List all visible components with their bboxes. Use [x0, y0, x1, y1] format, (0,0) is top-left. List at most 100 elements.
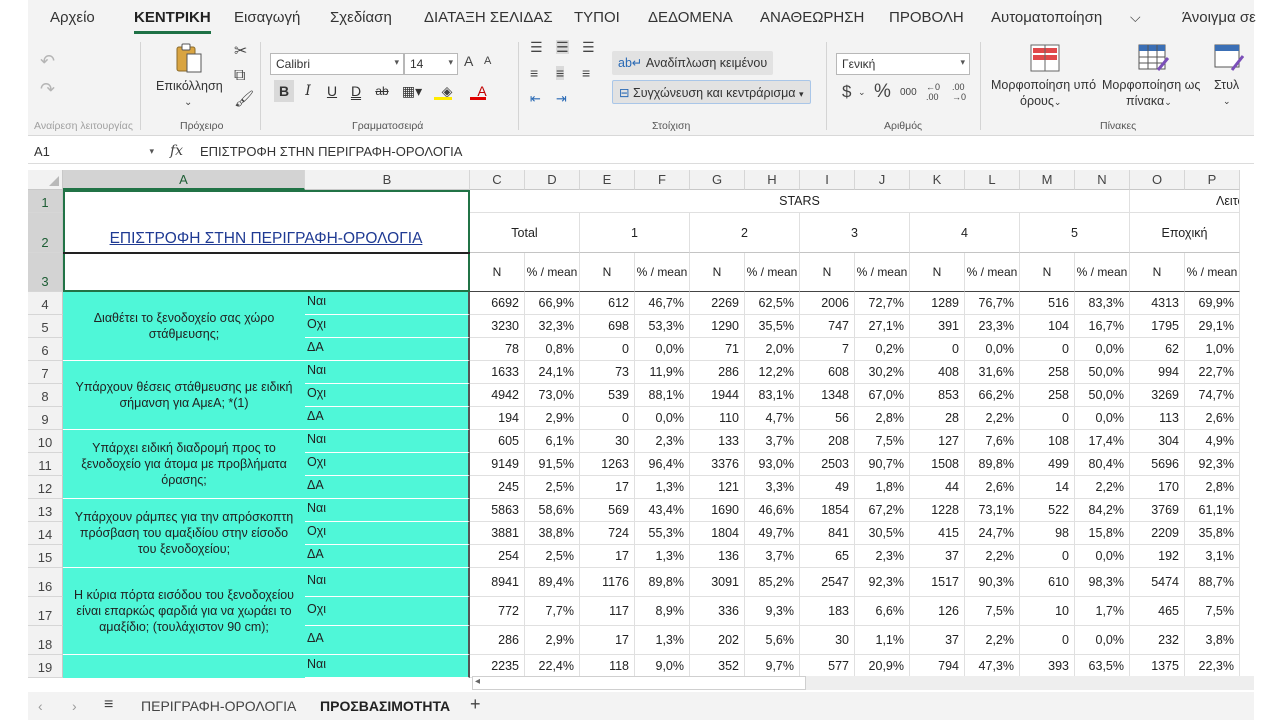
- data-cell[interactable]: 16,7%: [1075, 315, 1130, 338]
- data-cell[interactable]: 29,1%: [1185, 315, 1240, 338]
- data-cell[interactable]: 67,0%: [855, 384, 910, 407]
- data-cell[interactable]: 1375: [1130, 655, 1185, 678]
- data-cell[interactable]: 2,3%: [855, 545, 910, 568]
- data-cell[interactable]: 698: [580, 315, 635, 338]
- merge-center-button[interactable]: ⊟ Συγχώνευση και κεντράρισμα ▾: [612, 80, 811, 104]
- data-cell[interactable]: 2269: [690, 292, 745, 315]
- row-header-10[interactable]: 10: [28, 430, 63, 453]
- data-cell[interactable]: 208: [800, 430, 855, 453]
- title-merged-cell[interactable]: ΕΠΙΣΤΡΟΦΗ ΣΤΗΝ ΠΕΡΙΓΡΑΦΗ-ΟΡΟΛΟΓΙΑ: [63, 190, 470, 253]
- undo-icon[interactable]: ↶: [40, 52, 55, 70]
- data-cell[interactable]: 6,1%: [525, 430, 580, 453]
- all-sheets-icon[interactable]: ≡: [104, 696, 113, 714]
- data-cell[interactable]: 3269: [1130, 384, 1185, 407]
- horizontal-scroll-track[interactable]: [806, 676, 1254, 690]
- percent-button[interactable]: %: [874, 82, 891, 101]
- data-cell[interactable]: 17: [580, 626, 635, 655]
- increase-indent-icon[interactable]: ⇥: [556, 92, 567, 105]
- data-cell[interactable]: 73,0%: [525, 384, 580, 407]
- data-cell[interactable]: 61,1%: [1185, 499, 1240, 522]
- data-cell[interactable]: 43,4%: [635, 499, 690, 522]
- row-header-7[interactable]: 7: [28, 361, 63, 384]
- data-cell[interactable]: 30: [580, 430, 635, 453]
- tab-open-in[interactable]: Άνοιγμα σε: [1182, 9, 1256, 26]
- data-cell[interactable]: 108: [1020, 430, 1075, 453]
- data-cell[interactable]: 24,1%: [525, 361, 580, 384]
- data-cell[interactable]: 5696: [1130, 453, 1185, 476]
- data-cell[interactable]: 2,6%: [1185, 407, 1240, 430]
- insert-function-icon[interactable]: fx: [170, 143, 183, 159]
- data-cell[interactable]: 24,7%: [965, 522, 1020, 545]
- column-header-g[interactable]: G: [690, 170, 745, 190]
- tab-design[interactable]: Σχεδίαση: [330, 9, 392, 26]
- data-cell[interactable]: 9,3%: [745, 597, 800, 626]
- data-cell[interactable]: 2,6%: [965, 476, 1020, 499]
- data-cell[interactable]: 605: [470, 430, 525, 453]
- tab-file[interactable]: Αρχείο: [50, 9, 95, 26]
- data-cell[interactable]: 22,7%: [1185, 361, 1240, 384]
- data-cell[interactable]: 3,8%: [1185, 626, 1240, 655]
- data-cell[interactable]: 62: [1130, 338, 1185, 361]
- data-cell[interactable]: 2,2%: [965, 626, 1020, 655]
- column-header-f[interactable]: F: [635, 170, 690, 190]
- data-cell[interactable]: 2,2%: [1075, 476, 1130, 499]
- sheet-tab-perigrafi[interactable]: ΠΕΡΙΓΡΑΦΗ-ΟΡΟΛΟΓΙΑ: [141, 698, 296, 714]
- data-cell[interactable]: 608: [800, 361, 855, 384]
- data-cell[interactable]: 98,3%: [1075, 568, 1130, 597]
- column-header-h[interactable]: H: [745, 170, 800, 190]
- data-cell[interactable]: 104: [1020, 315, 1075, 338]
- column-header-k[interactable]: K: [910, 170, 965, 190]
- data-cell[interactable]: 96,4%: [635, 453, 690, 476]
- data-cell[interactable]: 44: [910, 476, 965, 499]
- data-cell[interactable]: 27,1%: [855, 315, 910, 338]
- data-cell[interactable]: 841: [800, 522, 855, 545]
- row-header-18[interactable]: 18: [28, 626, 63, 655]
- data-cell[interactable]: 85,2%: [745, 568, 800, 597]
- data-cell[interactable]: 5474: [1130, 568, 1185, 597]
- column-header-l[interactable]: L: [965, 170, 1020, 190]
- tab-review[interactable]: ΑΝΑΘΕΩΡΗΣΗ: [760, 9, 864, 26]
- data-cell[interactable]: 53,3%: [635, 315, 690, 338]
- data-cell[interactable]: 3,3%: [745, 476, 800, 499]
- data-cell[interactable]: 1690: [690, 499, 745, 522]
- data-cell[interactable]: 4313: [1130, 292, 1185, 315]
- data-cell[interactable]: 258: [1020, 361, 1075, 384]
- data-cell[interactable]: 66,2%: [965, 384, 1020, 407]
- data-cell[interactable]: 391: [910, 315, 965, 338]
- data-cell[interactable]: 8,9%: [635, 597, 690, 626]
- row-header-15[interactable]: 15: [28, 545, 63, 568]
- data-cell[interactable]: 91,5%: [525, 453, 580, 476]
- tab-view[interactable]: ΠΡΟΒΟΛΗ: [889, 9, 964, 26]
- data-cell[interactable]: 22,3%: [1185, 655, 1240, 678]
- data-cell[interactable]: 49,7%: [745, 522, 800, 545]
- data-cell[interactable]: 69,9%: [1185, 292, 1240, 315]
- data-cell[interactable]: 994: [1130, 361, 1185, 384]
- data-cell[interactable]: 37: [910, 626, 965, 655]
- data-cell[interactable]: 415: [910, 522, 965, 545]
- data-cell[interactable]: 0,0%: [1075, 338, 1130, 361]
- formula-input[interactable]: ΕΠΙΣΤΡΟΦΗ ΣΤΗΝ ΠΕΡΙΓΡΑΦΗ-ΟΡΟΛΟΓΙΑ: [200, 144, 462, 159]
- data-cell[interactable]: 853: [910, 384, 965, 407]
- sheet-prev-icon[interactable]: ‹: [38, 698, 43, 714]
- column-header-n[interactable]: N: [1075, 170, 1130, 190]
- data-cell[interactable]: 794: [910, 655, 965, 678]
- data-cell[interactable]: 7: [800, 338, 855, 361]
- row-header-6[interactable]: 6: [28, 338, 63, 361]
- data-cell[interactable]: 14: [1020, 476, 1075, 499]
- data-cell[interactable]: 254: [470, 545, 525, 568]
- tab-insert[interactable]: Εισαγωγή: [234, 9, 300, 26]
- grow-font-icon[interactable]: A: [464, 54, 473, 68]
- data-cell[interactable]: 133: [690, 430, 745, 453]
- data-cell[interactable]: 90,3%: [965, 568, 1020, 597]
- data-cell[interactable]: 1508: [910, 453, 965, 476]
- data-cell[interactable]: 183: [800, 597, 855, 626]
- italic-button[interactable]: I: [298, 80, 318, 102]
- add-sheet-icon[interactable]: +: [470, 694, 481, 715]
- data-cell[interactable]: 2,9%: [525, 626, 580, 655]
- data-cell[interactable]: 56: [800, 407, 855, 430]
- copy-icon[interactable]: ⧉: [234, 68, 245, 84]
- data-cell[interactable]: 3376: [690, 453, 745, 476]
- bold-button[interactable]: B: [274, 80, 294, 102]
- data-cell[interactable]: 2,3%: [635, 430, 690, 453]
- data-cell[interactable]: 31,6%: [965, 361, 1020, 384]
